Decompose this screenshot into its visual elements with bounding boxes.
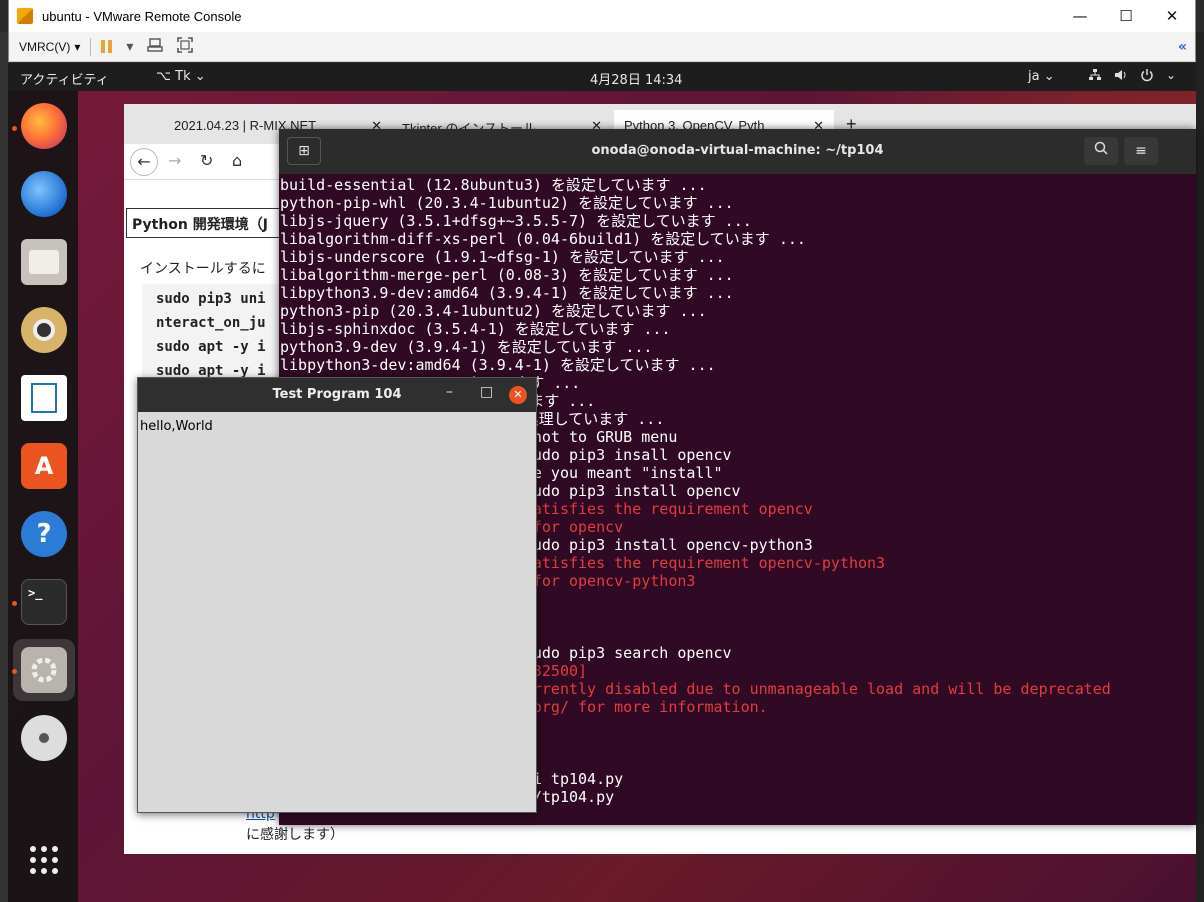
- rhythmbox-icon[interactable]: [21, 307, 67, 353]
- tk-window: Test Program 104 – □ ✕ hello,World: [137, 377, 537, 813]
- terminal-icon[interactable]: >_: [21, 579, 67, 625]
- vmrc-menu[interactable]: VMRC(V) ▾: [19, 40, 80, 54]
- minimize-button[interactable]: –: [446, 384, 453, 400]
- chevron-down-icon: ⌄: [190, 69, 206, 84]
- chevron-down-icon[interactable]: ▾: [126, 39, 133, 55]
- prompt-command: $ sudo pip3 insall opencv: [505, 446, 732, 464]
- chevron-down-icon: ⌄: [1166, 68, 1177, 82]
- terminal-line: python-pip-whl (20.3.4-1ubuntu2) を設定していま…: [280, 194, 734, 212]
- close-button[interactable]: ✕: [1149, 0, 1195, 32]
- show-applications-icon[interactable]: [21, 837, 67, 883]
- prompt-command: $ sudo pip3 install opencv: [505, 482, 741, 500]
- maximize-button[interactable]: ☐: [1103, 0, 1149, 32]
- hello-label: hello,World: [140, 419, 213, 434]
- optical-drive-icon[interactable]: [21, 715, 67, 761]
- running-indicator: [12, 601, 17, 606]
- running-indicator: [12, 126, 17, 131]
- search-icon: [1094, 141, 1108, 155]
- prompt-command: $ sudo pip3 install opencv-python3: [505, 536, 813, 554]
- app-menu-icon: ⌥: [156, 69, 176, 84]
- terminal-line: libjs-underscore (1.9.1~dfsg-1) を設定しています…: [280, 248, 725, 266]
- volume-icon: [1114, 68, 1128, 86]
- terminal-line: libalgorithm-merge-perl (0.08-3) を設定していま…: [280, 266, 734, 284]
- gnome-top-bar: アクティビティ ⌥ Tk ⌄ 4月28日 14:34 ja ⌄ ⌄: [8, 63, 1196, 91]
- vmrc-toolbar: VMRC(V) ▾ ▾ «: [8, 32, 1196, 62]
- pause-icon[interactable]: [101, 40, 113, 53]
- firefox-icon[interactable]: [21, 103, 67, 149]
- terminal-line: python3.9-dev (3.9.4-1) を設定しています ...: [280, 338, 653, 356]
- terminal-line: libpython3.9-dev:amd64 (3.9.4-1) を設定していま…: [280, 284, 734, 302]
- help-icon[interactable]: ?: [21, 511, 67, 557]
- back-button[interactable]: ←: [130, 148, 158, 176]
- reload-button[interactable]: ↻: [200, 151, 213, 170]
- software-center-icon[interactable]: A: [21, 443, 67, 489]
- tk-title-bar: Test Program 104 – □ ✕: [138, 378, 536, 412]
- chevron-down-icon: ⌄: [1039, 69, 1055, 84]
- search-button[interactable]: [1084, 137, 1118, 165]
- toolbar-divider: [90, 37, 92, 56]
- terminal-title: onoda@onoda-virtual-machine: ~/tp104: [591, 143, 884, 158]
- input-method-indicator[interactable]: ja ⌄: [1028, 69, 1055, 84]
- power-icon: [1140, 68, 1154, 86]
- prompt-command: $ sudo pip3 search opencv: [505, 644, 732, 662]
- host-left-edge: [0, 32, 8, 902]
- tk-window-title: Test Program 104: [272, 387, 402, 402]
- activities-button[interactable]: アクティビティ: [20, 69, 109, 88]
- clock[interactable]: 4月28日 14:34: [590, 69, 682, 88]
- screen: ubuntu - VMware Remote Console — ☐ ✕ VMR…: [0, 0, 1204, 902]
- send-ctrl-alt-del-icon[interactable]: [147, 37, 164, 57]
- forward-button[interactable]: →: [168, 151, 181, 170]
- maximize-button[interactable]: □: [480, 384, 493, 400]
- close-button[interactable]: ✕: [509, 386, 527, 404]
- app-menu-label: Tk: [175, 69, 191, 84]
- terminal-line: build-essential (12.8ubuntu3) を設定しています .…: [280, 176, 707, 194]
- network-icon: [1088, 68, 1102, 86]
- terminal-line: libpython3-dev:amd64 (3.9.4-1) を設定しています …: [280, 356, 716, 374]
- input-lang-label: ja: [1028, 69, 1040, 84]
- host-window-controls: — ☐ ✕: [1057, 0, 1195, 32]
- thunderbird-icon[interactable]: [21, 171, 67, 217]
- system-menu[interactable]: ⌄: [1088, 68, 1176, 86]
- fullscreen-icon[interactable]: [177, 36, 194, 57]
- chevron-down-icon: ▾: [74, 39, 81, 54]
- running-indicator: [12, 669, 17, 674]
- terminal-header: ⊞ onoda@onoda-virtual-machine: ~/tp104 ≡: [279, 129, 1196, 174]
- collapse-toolbar-icon[interactable]: «: [1178, 39, 1187, 55]
- host-window-title: ubuntu - VMware Remote Console: [42, 8, 242, 24]
- terminal-line: python3-pip (20.3.4-1ubuntu2) を設定しています .…: [280, 302, 707, 320]
- terminal-line: libjs-sphinxdoc (3.5.4-1) を設定しています ...: [280, 320, 671, 338]
- files-icon[interactable]: [21, 239, 67, 285]
- dock: A ? >_: [8, 91, 78, 902]
- terminal-line: libalgorithm-diff-xs-perl (0.04-6build1)…: [280, 230, 806, 248]
- vmware-app-icon: [17, 8, 33, 24]
- app-menu[interactable]: ⌥ Tk ⌄: [156, 69, 206, 84]
- host-right-edge: [1196, 32, 1204, 902]
- thanks-text: に感謝します）: [246, 827, 344, 843]
- minimize-button[interactable]: —: [1057, 0, 1103, 32]
- intro-text: インストールするに: [140, 261, 266, 277]
- menu-button[interactable]: ≡: [1124, 137, 1158, 165]
- home-button[interactable]: ⌂: [232, 151, 242, 170]
- tk-app-icon[interactable]: [21, 647, 67, 693]
- terminal-line: libjs-jquery (3.5.1+dfsg+~3.5.5-7) を設定して…: [280, 212, 752, 230]
- host-title-bar: ubuntu - VMware Remote Console — ☐ ✕: [8, 0, 1196, 32]
- vmrc-menu-label: VMRC(V): [19, 39, 71, 54]
- libreoffice-writer-icon[interactable]: [21, 375, 67, 421]
